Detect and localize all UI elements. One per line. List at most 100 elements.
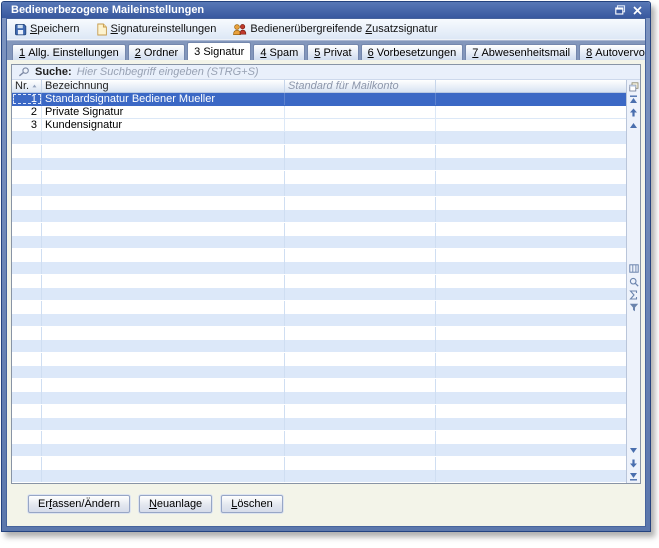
cell-standard-mailkonto[interactable]	[285, 106, 436, 118]
column-header-bezeichnung[interactable]: Bezeichnung	[42, 80, 285, 92]
empty-cell	[12, 314, 42, 326]
empty-cell	[42, 184, 285, 196]
empty-cell	[42, 379, 285, 392]
empty-cell	[436, 223, 626, 236]
empty-cell	[12, 392, 42, 404]
empty-cell	[42, 340, 285, 352]
cross-operator-signature-button[interactable]: Bedienerübergreifende Zusatzsignatur	[232, 23, 437, 36]
empty-cell	[436, 418, 626, 430]
empty-cell	[12, 249, 42, 262]
empty-cell	[285, 431, 436, 444]
page-up-button[interactable]	[628, 107, 639, 118]
empty-grid-row	[12, 249, 626, 262]
search-input[interactable]: Hier Suchbegriff eingeben (STRG+S)	[77, 66, 259, 78]
table-row[interactable]: 2 Private Signatur	[12, 106, 626, 119]
scroll-top-button[interactable]	[628, 94, 639, 105]
scroll-bottom-button[interactable]	[628, 471, 639, 482]
column-header-empty[interactable]	[436, 80, 626, 92]
empty-cell	[285, 457, 436, 470]
loeschen-button[interactable]: Löschen	[221, 495, 283, 513]
empty-cell	[12, 418, 42, 430]
empty-cell	[42, 405, 285, 418]
empty-grid-row	[12, 288, 626, 301]
empty-cell	[12, 457, 42, 470]
signature-settings-button[interactable]: Signatureinstellungen	[96, 23, 217, 36]
empty-cell	[436, 301, 626, 314]
grid-sidebar	[626, 80, 640, 483]
empty-grid-row	[12, 236, 626, 249]
tab-autovervollstaendigung[interactable]: 8 Autovervollständigung	[579, 44, 646, 60]
tab-signatur[interactable]: 3 Signatur	[187, 42, 251, 60]
cell-nr[interactable]: 2	[12, 106, 42, 118]
cell-bezeichnung[interactable]: Kundensignatur	[42, 119, 285, 131]
cell-empty	[436, 106, 626, 118]
tab-spam[interactable]: 4 Spam	[253, 44, 305, 60]
search-bar[interactable]: Suche: Hier Suchbegriff eingeben (STRG+S…	[12, 65, 640, 80]
empty-cell	[285, 158, 436, 170]
empty-cell	[12, 171, 42, 184]
sum-button[interactable]	[628, 289, 639, 300]
signature-grid: Suche: Hier Suchbegriff eingeben (STRG+S…	[11, 64, 641, 484]
save-button[interactable]: Speichern	[14, 23, 80, 36]
zoom-button[interactable]	[628, 276, 639, 287]
tab-allg-einstellungen[interactable]: 1 Allg. Einstellungen	[12, 44, 126, 60]
empty-cell	[436, 249, 626, 262]
cell-nr[interactable]: 1	[12, 93, 42, 105]
empty-cell	[436, 431, 626, 444]
dialog-window: Bedienerbezogene Maileinstellungen	[1, 1, 651, 532]
cell-nr[interactable]: 3	[12, 119, 42, 131]
empty-cell	[12, 210, 42, 222]
filter-button[interactable]	[628, 302, 639, 313]
table-row[interactable]: 1 Standardsignatur Bediener Mueller	[12, 93, 626, 106]
cell-bezeichnung[interactable]: Standardsignatur Bediener Mueller	[42, 93, 285, 105]
previous-row-button[interactable]	[628, 120, 639, 131]
erfassen-aendern-button[interactable]: Erfassen/Ändern	[28, 495, 130, 513]
empty-cell	[12, 158, 42, 170]
empty-cell	[12, 353, 42, 366]
empty-cell	[42, 171, 285, 184]
empty-cell	[285, 171, 436, 184]
close-button[interactable]	[630, 4, 645, 17]
cell-bezeichnung[interactable]: Private Signatur	[42, 106, 285, 118]
tab-ordner[interactable]: 2 Ordner	[128, 44, 185, 60]
empty-cell	[285, 301, 436, 314]
empty-cell	[436, 340, 626, 352]
column-header-nr[interactable]: Nr.	[12, 80, 42, 92]
column-chooser-button[interactable]	[628, 81, 639, 92]
empty-cell	[436, 158, 626, 170]
cell-standard-mailkonto[interactable]	[285, 119, 436, 131]
zoom-icon	[629, 277, 639, 287]
empty-cell	[12, 184, 42, 196]
empty-cell	[436, 444, 626, 456]
page-down-button[interactable]	[628, 458, 639, 469]
empty-cell	[436, 171, 626, 184]
column-header-standard-mailkonto[interactable]: Standard für Mailkonto	[285, 80, 436, 92]
window-body: Speichern Signatureinstellungen Bediener…	[6, 18, 646, 527]
neuanlage-button[interactable]: Neuanlage	[139, 495, 212, 513]
filter-funnel-icon	[629, 303, 639, 312]
empty-grid-row	[12, 353, 626, 366]
empty-cell	[12, 431, 42, 444]
tab-privat[interactable]: 5 Privat	[307, 44, 358, 60]
next-row-button[interactable]	[628, 445, 639, 456]
empty-cell	[436, 327, 626, 340]
empty-cell	[285, 197, 436, 210]
restore-button[interactable]	[613, 4, 628, 17]
empty-cell	[436, 236, 626, 248]
empty-cell	[285, 223, 436, 236]
empty-cell	[436, 379, 626, 392]
table-row[interactable]: 3 Kundensignatur	[12, 119, 626, 132]
empty-grid-row	[12, 262, 626, 275]
tab-vorbesetzungen[interactable]: 6 Vorbesetzungen	[361, 44, 464, 60]
empty-cell	[285, 366, 436, 378]
card-view-button[interactable]	[628, 263, 639, 274]
card-view-icon	[629, 264, 639, 273]
empty-grid-row	[12, 431, 626, 444]
cell-standard-mailkonto[interactable]	[285, 93, 436, 105]
empty-cell	[12, 132, 42, 144]
tab-abwesenheitsmail[interactable]: 7 Abwesenheitsmail	[465, 44, 577, 60]
empty-cell	[436, 132, 626, 144]
empty-cell	[12, 301, 42, 314]
empty-grid-row	[12, 392, 626, 405]
restore-icon	[615, 5, 626, 15]
